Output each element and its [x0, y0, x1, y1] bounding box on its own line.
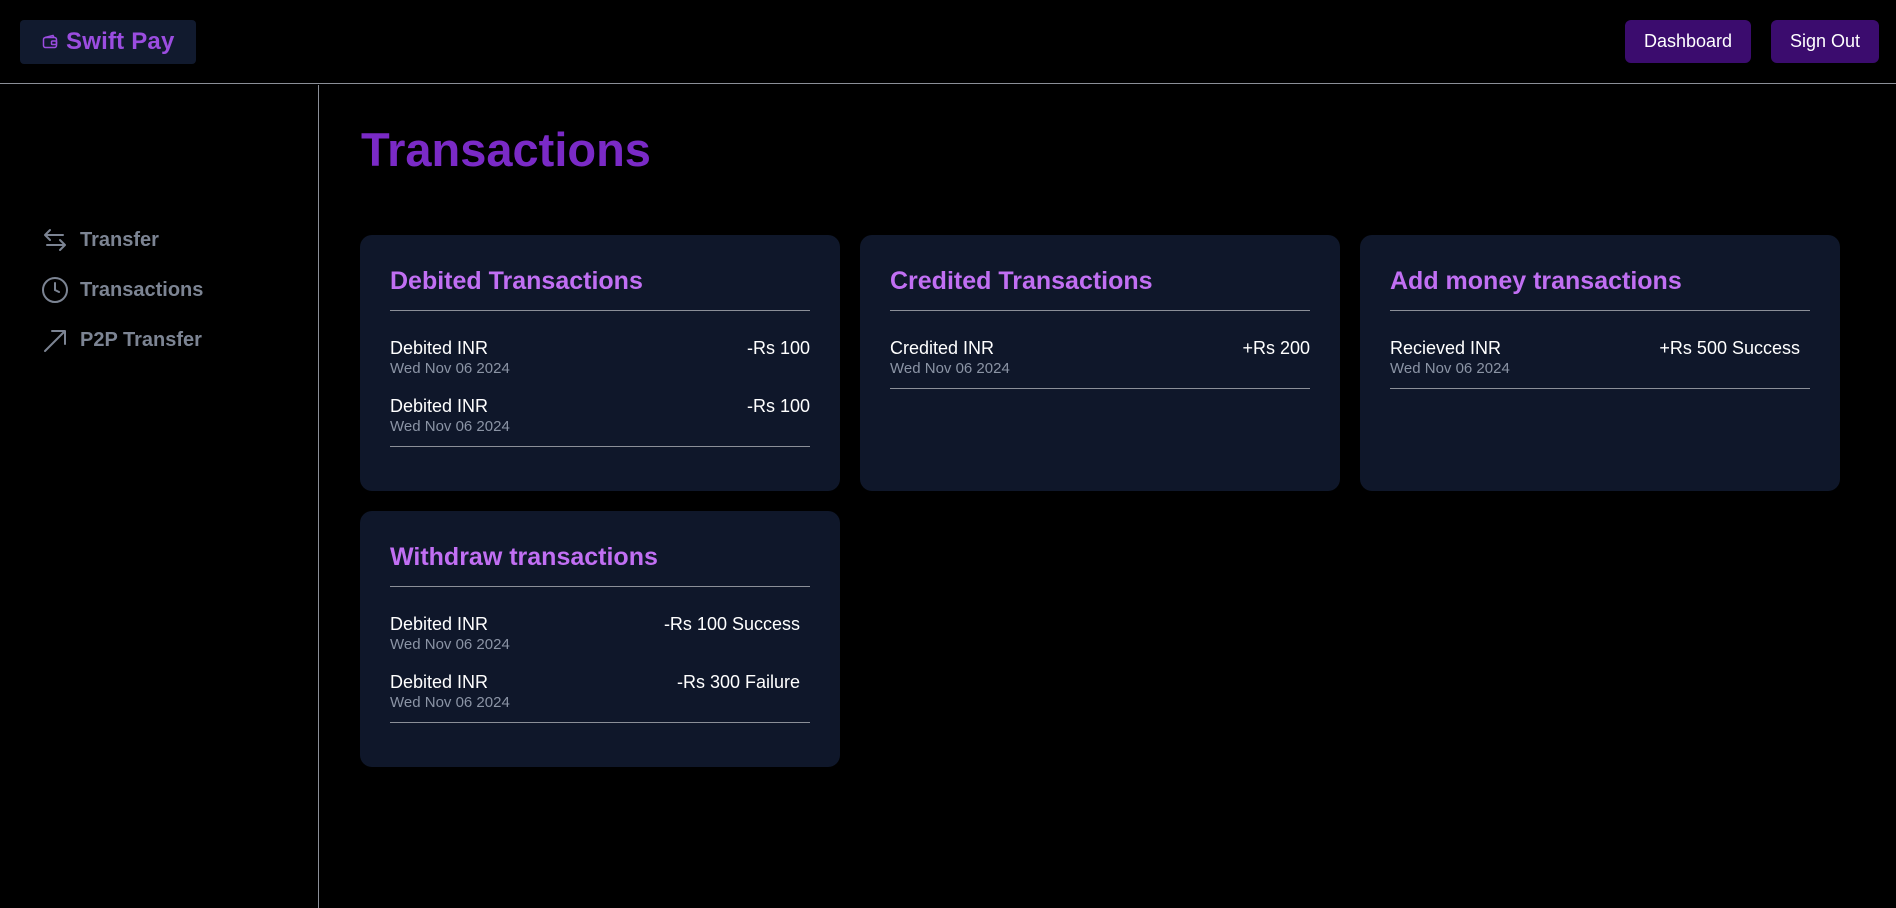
transaction-date: Wed Nov 06 2024 — [390, 360, 510, 377]
card-title: Add money transactions — [1390, 267, 1682, 295]
transaction-label: Debited INR — [390, 396, 489, 416]
divider — [390, 586, 810, 587]
transaction-date: Wed Nov 06 2024 — [390, 694, 510, 711]
transaction-row: Debited INR Wed Nov 06 2024 -Rs 100 Succ… — [390, 614, 810, 658]
divider — [1390, 310, 1810, 311]
arrows-left-right-icon — [40, 225, 70, 255]
transaction-label: Recieved INR — [1390, 338, 1502, 358]
credited-transactions-card: Credited Transactions Credited INR Wed N… — [860, 235, 1340, 491]
sidebar-item-transfer[interactable]: Transfer — [40, 225, 159, 255]
transaction-row: Recieved INR Wed Nov 06 2024 +Rs 500 Suc… — [1390, 338, 1810, 382]
sidebar: Transfer Transactions P2P Transfer — [0, 85, 319, 908]
brand-logo[interactable]: Swift Pay — [20, 20, 196, 64]
transaction-date: Wed Nov 06 2024 — [390, 636, 510, 653]
transaction-row: Debited INR Wed Nov 06 2024 -Rs 300 Fail… — [390, 672, 810, 716]
sidebar-item-label: P2P Transfer — [80, 328, 202, 351]
transaction-row: Debited INR Wed Nov 06 2024 -Rs 100 — [390, 396, 810, 440]
card-title: Withdraw transactions — [390, 543, 658, 571]
transaction-amount: -Rs 100 — [746, 396, 810, 416]
divider — [390, 310, 810, 311]
transaction-amount: -Rs 100 — [746, 338, 810, 358]
debited-transactions-card: Debited Transactions Debited INR Wed Nov… — [360, 235, 840, 491]
add-money-transactions-card: Add money transactions Recieved INR Wed … — [1360, 235, 1840, 491]
transaction-label: Debited INR — [390, 672, 489, 692]
sidebar-item-label: Transfer — [80, 228, 159, 251]
card-title: Debited Transactions — [390, 267, 643, 295]
dashboard-button[interactable]: Dashboard — [1625, 20, 1751, 63]
divider — [390, 446, 810, 447]
transaction-amount: -Rs 300 Failure — [676, 672, 800, 692]
transaction-date: Wed Nov 06 2024 — [890, 360, 1010, 377]
withdraw-transactions-card: Withdraw transactions Debited INR Wed No… — [360, 511, 840, 767]
card-title: Credited Transactions — [890, 267, 1153, 295]
transaction-date: Wed Nov 06 2024 — [390, 418, 510, 435]
divider — [890, 310, 1310, 311]
brand-name: Swift Pay — [66, 28, 175, 55]
divider — [390, 722, 810, 723]
transaction-label: Credited INR — [890, 338, 995, 358]
page-title: Transactions — [361, 123, 651, 176]
wallet-icon — [42, 33, 60, 51]
transaction-date: Wed Nov 06 2024 — [1390, 360, 1510, 377]
sidebar-item-label: Transactions — [80, 278, 204, 301]
arrow-up-right-icon — [40, 325, 70, 355]
transaction-label: Debited INR — [390, 614, 489, 634]
divider — [1390, 388, 1810, 389]
sign-out-button[interactable]: Sign Out — [1771, 20, 1879, 63]
transaction-row: Debited INR Wed Nov 06 2024 -Rs 100 — [390, 338, 810, 382]
transaction-amount: -Rs 100 Success — [663, 614, 800, 634]
transaction-amount: +Rs 500 Success — [1659, 338, 1800, 358]
transaction-amount: +Rs 200 — [1242, 338, 1310, 358]
top-navbar: Swift Pay Dashboard Sign Out — [0, 0, 1896, 84]
sidebar-item-p2p-transfer[interactable]: P2P Transfer — [40, 325, 202, 355]
transaction-row: Credited INR Wed Nov 06 2024 +Rs 200 — [890, 338, 1310, 382]
sidebar-item-transactions[interactable]: Transactions — [40, 275, 203, 305]
clock-icon — [40, 275, 70, 305]
divider — [890, 388, 1310, 389]
transaction-label: Debited INR — [390, 338, 489, 358]
